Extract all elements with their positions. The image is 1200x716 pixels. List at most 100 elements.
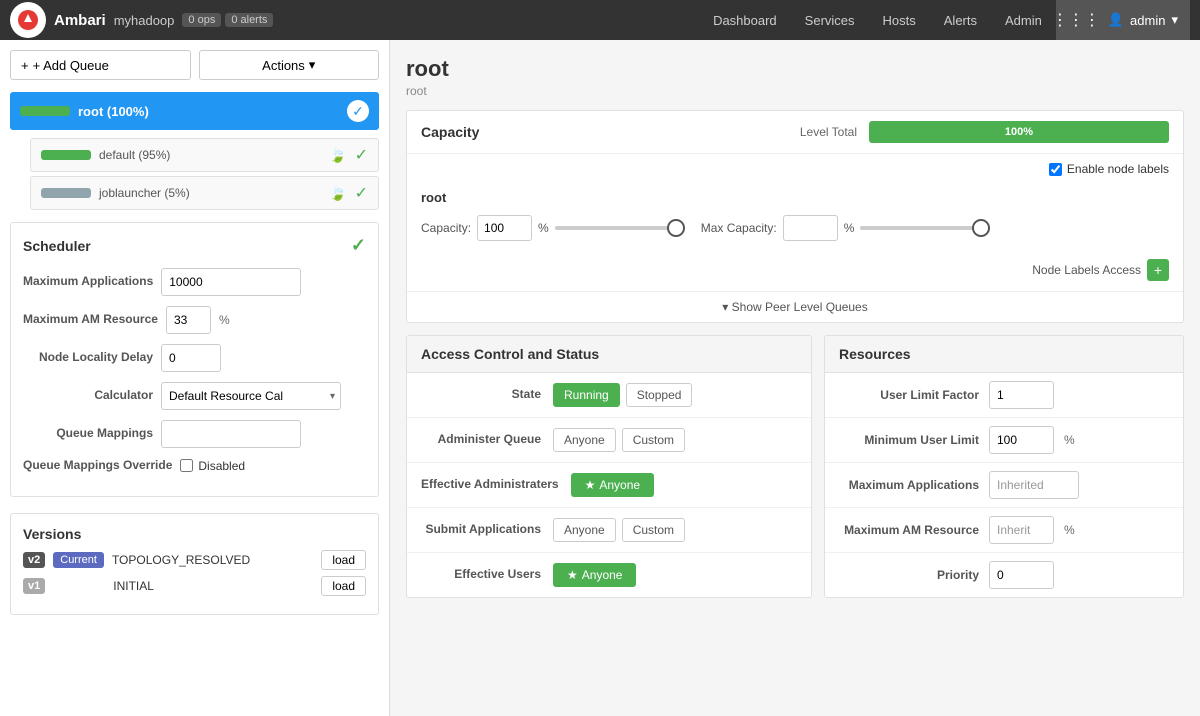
capacity-panel: Capacity Level Total 100% Enable node la… xyxy=(406,110,1184,323)
capacity-input[interactable] xyxy=(477,215,532,241)
priority-input[interactable] xyxy=(989,561,1054,589)
user-name: admin xyxy=(1130,13,1165,28)
capacity-slider[interactable] xyxy=(555,226,685,230)
node-locality-label: Node Locality Delay xyxy=(23,350,153,366)
root-queue-label: root (100%) xyxy=(78,104,339,119)
administer-custom-button[interactable]: Custom xyxy=(622,428,685,452)
user-limit-factor-label: User Limit Factor xyxy=(839,388,979,402)
max-am-resource-input[interactable] xyxy=(166,306,211,334)
default-bar xyxy=(41,150,91,160)
queue-root[interactable]: root (100%) ✓ xyxy=(10,92,379,130)
queue-mappings-row: Queue Mappings xyxy=(23,420,366,448)
queue-joblauncher[interactable]: joblauncher (5%) 🍃 ✓ xyxy=(30,176,379,210)
scheduler-check-icon: ✓ xyxy=(351,235,366,256)
effective-admin-label: Effective Administraters xyxy=(421,477,559,493)
queue-mappings-override-checkbox-label[interactable]: Disabled xyxy=(180,459,245,473)
grid-menu-button[interactable]: ⋮⋮⋮ xyxy=(1056,0,1096,40)
administer-anyone-button[interactable]: Anyone xyxy=(553,428,616,452)
queue-default[interactable]: default (95%) 🍃 ✓ xyxy=(30,138,379,172)
resources-max-am-label: Maximum AM Resource xyxy=(839,523,979,537)
joblauncher-bar xyxy=(41,188,91,198)
queue-mappings-override-checkbox[interactable] xyxy=(180,459,193,472)
enable-node-labels-label[interactable]: Enable node labels xyxy=(1049,162,1169,176)
nav-hosts[interactable]: Hosts xyxy=(869,0,930,40)
state-buttons: Running Stopped xyxy=(553,383,692,407)
effective-users-anyone-button[interactable]: ★ Anyone xyxy=(553,563,636,587)
actions-button[interactable]: Actions ▾ xyxy=(199,50,380,80)
capacity-field: Capacity: % xyxy=(421,215,685,241)
max-am-pct: % xyxy=(219,313,230,327)
joblauncher-check: ✓ xyxy=(355,183,368,203)
queue-mappings-override-row: Queue Mappings Override Disabled xyxy=(23,458,366,474)
page-layout: + + Add Queue Actions ▾ root (100%) ✓ de… xyxy=(0,40,1200,716)
submit-anyone-button[interactable]: Anyone xyxy=(553,518,616,542)
running-button[interactable]: Running xyxy=(553,383,620,407)
resources-max-am-row: Maximum AM Resource % xyxy=(825,508,1183,553)
capacity-header: Capacity Level Total 100% xyxy=(407,111,1183,154)
submit-custom-button[interactable]: Custom xyxy=(622,518,685,542)
main-content: root root Capacity Level Total 100% Enab… xyxy=(390,40,1200,716)
bottom-panels: Access Control and Status State Running … xyxy=(406,335,1184,598)
chevron-down-icon: ▾ xyxy=(722,300,728,314)
resources-max-am-unit: % xyxy=(1064,523,1075,537)
nav-admin[interactable]: Admin xyxy=(991,0,1056,40)
node-labels-access-row: Node Labels Access + xyxy=(407,255,1183,291)
nav-services[interactable]: Services xyxy=(791,0,869,40)
user-menu[interactable]: 👤 admin ▾ xyxy=(1096,0,1190,40)
sidebar: + + Add Queue Actions ▾ root (100%) ✓ de… xyxy=(0,40,390,716)
v2-name: TOPOLOGY_RESOLVED xyxy=(112,553,313,567)
max-am-resource-row: Maximum AM Resource % xyxy=(23,306,366,334)
resources-panel-title: Resources xyxy=(825,336,1183,373)
enable-node-labels-checkbox[interactable] xyxy=(1049,163,1062,176)
effective-admin-row: Effective Administraters ★ Anyone xyxy=(407,463,811,508)
show-peer-queues[interactable]: ▾ Show Peer Level Queues xyxy=(407,291,1183,322)
effective-admin-anyone-button[interactable]: ★ Anyone xyxy=(571,473,654,497)
joblauncher-label: joblauncher (5%) xyxy=(99,186,321,200)
resources-panel: Resources User Limit Factor Minimum User… xyxy=(824,335,1184,598)
queue-mappings-label: Queue Mappings xyxy=(23,426,153,442)
queue-mappings-input[interactable] xyxy=(161,420,301,448)
v2-load-button[interactable]: load xyxy=(321,550,366,570)
submit-apps-row: Submit Applications Anyone Custom xyxy=(407,508,811,553)
v2-badge: v2 xyxy=(23,552,45,568)
nav-alerts[interactable]: Alerts xyxy=(930,0,991,40)
version-row-v2: v2 Current TOPOLOGY_RESOLVED load xyxy=(23,550,366,570)
max-applications-input[interactable] xyxy=(161,268,301,296)
resources-max-applications-input[interactable] xyxy=(989,471,1079,499)
resources-max-applications-row: Maximum Applications xyxy=(825,463,1183,508)
add-queue-button[interactable]: + + Add Queue xyxy=(10,50,191,80)
min-user-limit-input[interactable] xyxy=(989,426,1054,454)
star-icon2: ★ xyxy=(567,568,578,582)
max-capacity-input[interactable] xyxy=(783,215,838,241)
capacity-queue-title: root xyxy=(421,190,1169,205)
default-label: default (95%) xyxy=(99,148,321,162)
calculator-select-wrap: Default Resource Cal ▾ xyxy=(161,382,341,410)
max-capacity-label: Max Capacity: xyxy=(701,221,777,235)
min-user-limit-unit: % xyxy=(1064,433,1075,447)
top-navigation: Ambari myhadoop 0 ops 0 alerts Dashboard… xyxy=(0,0,1200,40)
app-name: Ambari xyxy=(54,12,106,29)
effective-users-content: ★ Anyone xyxy=(553,563,636,587)
scheduler-title: Scheduler ✓ xyxy=(23,235,366,256)
joblauncher-leaf-icon: 🍃 xyxy=(329,185,346,202)
max-capacity-slider[interactable] xyxy=(860,226,990,230)
state-label: State xyxy=(421,387,541,403)
node-labels-add-button[interactable]: + xyxy=(1147,259,1169,281)
resources-max-am-input[interactable] xyxy=(989,516,1054,544)
administer-buttons: Anyone Custom xyxy=(553,428,685,452)
administer-row: Administer Queue Anyone Custom xyxy=(407,418,811,463)
v1-load-button[interactable]: load xyxy=(321,576,366,596)
max-applications-row: Maximum Applications xyxy=(23,268,366,296)
user-limit-factor-input[interactable] xyxy=(989,381,1054,409)
v1-name: INITIAL xyxy=(113,579,313,593)
nav-dashboard[interactable]: Dashboard xyxy=(699,0,791,40)
node-locality-input[interactable] xyxy=(161,344,221,372)
access-panel: Access Control and Status State Running … xyxy=(406,335,812,598)
nav-links: Dashboard Services Hosts Alerts Admin xyxy=(699,0,1056,40)
state-row: State Running Stopped xyxy=(407,373,811,418)
stopped-button[interactable]: Stopped xyxy=(626,383,693,407)
submit-apps-label: Submit Applications xyxy=(421,522,541,538)
page-subtitle: root xyxy=(406,84,1184,98)
calculator-select[interactable]: Default Resource Cal xyxy=(161,382,341,410)
min-user-limit-row: Minimum User Limit % xyxy=(825,418,1183,463)
